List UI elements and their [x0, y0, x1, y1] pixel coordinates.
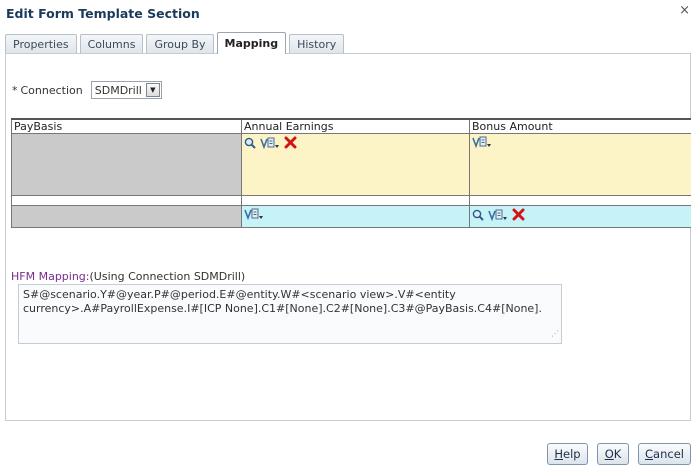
- ok-button[interactable]: OK: [597, 443, 629, 465]
- connection-label: Connection: [20, 83, 83, 97]
- grid-cell[interactable]: [241, 133, 470, 196]
- grid-cell: [469, 195, 691, 206]
- tab-mapping[interactable]: Mapping: [216, 32, 287, 54]
- tab-bar: Properties Columns Group By Mapping Hist…: [5, 32, 347, 54]
- member-selector-icon[interactable]: [472, 136, 492, 148]
- delete-icon[interactable]: [284, 136, 297, 149]
- dropdown-arrow-icon[interactable]: ▼: [145, 83, 160, 97]
- grid-row: [11, 205, 691, 228]
- tab-properties[interactable]: Properties: [5, 34, 77, 54]
- dialog-title: Edit Form Template Section: [6, 6, 200, 21]
- grid-cell[interactable]: [469, 205, 691, 228]
- close-icon[interactable]: ×: [679, 3, 690, 18]
- grid-cell[interactable]: [469, 133, 691, 196]
- grid-row: [11, 133, 691, 196]
- grid-cell[interactable]: [241, 205, 470, 228]
- column-header-paybasis: PayBasis: [11, 118, 242, 134]
- grid-cell: [11, 205, 242, 228]
- tab-group-by[interactable]: Group By: [146, 34, 214, 54]
- cancel-button[interactable]: Cancel: [638, 443, 691, 465]
- help-button[interactable]: Help: [547, 443, 588, 465]
- grid-row: [11, 195, 691, 206]
- hfm-mapping-label: HFM Mapping:(Using Connection SDMDrill): [11, 270, 245, 283]
- search-icon[interactable]: [244, 137, 256, 149]
- mapping-panel: * Connection SDMDrill ▼ PayBasis Annual …: [5, 53, 691, 421]
- grid-cell: [241, 195, 470, 206]
- column-header-annual-earnings: Annual Earnings: [241, 118, 470, 134]
- search-icon[interactable]: [472, 209, 484, 221]
- resize-grip-icon[interactable]: ⋰: [551, 327, 559, 341]
- grid-cell: [11, 133, 242, 196]
- mapping-grid: PayBasis Annual Earnings Bonus Amount: [11, 118, 691, 230]
- grid-cell: [11, 195, 242, 206]
- member-selector-icon[interactable]: [260, 137, 280, 149]
- tab-columns[interactable]: Columns: [79, 34, 144, 54]
- hfm-label-text: HFM Mapping:: [11, 270, 90, 283]
- hfm-mapping-textarea[interactable]: S#@scenario.Y#@year.P#@period.E#@entity.…: [18, 284, 562, 344]
- tab-history[interactable]: History: [289, 34, 345, 54]
- required-mark: *: [12, 83, 18, 97]
- column-header-bonus-amount: Bonus Amount: [469, 118, 691, 134]
- connection-value: SDMDrill: [94, 83, 142, 97]
- hfm-connection-note: (Using Connection SDMDrill): [89, 270, 246, 283]
- connection-select[interactable]: SDMDrill ▼: [90, 81, 162, 99]
- delete-icon[interactable]: [512, 208, 525, 221]
- connection-row: * Connection SDMDrill ▼: [12, 81, 162, 99]
- member-selector-icon[interactable]: [488, 209, 508, 221]
- member-selector-icon[interactable]: [244, 208, 264, 220]
- hfm-mapping-text: S#@scenario.Y#@year.P#@period.E#@entity.…: [23, 288, 542, 315]
